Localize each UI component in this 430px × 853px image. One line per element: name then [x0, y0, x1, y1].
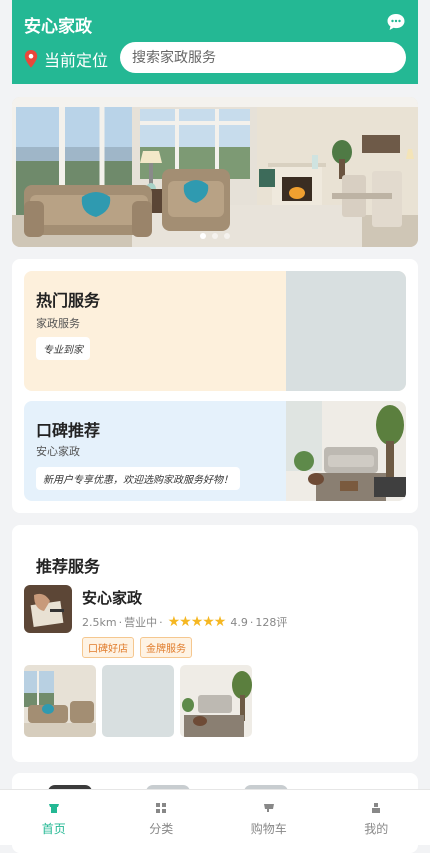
- shop-photos: [24, 665, 252, 737]
- carousel-dot[interactable]: [200, 233, 206, 239]
- shop-reviews: 128评: [255, 614, 287, 630]
- promo-image-placeholder: [286, 271, 406, 391]
- nav-profile[interactable]: 我的: [323, 790, 430, 845]
- nav-cart[interactable]: 购物车: [215, 790, 323, 845]
- promo-title: 口碑推荐: [36, 417, 100, 441]
- grid-icon: [155, 802, 167, 814]
- meta-separator: ·: [250, 616, 254, 629]
- promo-image: [286, 401, 406, 501]
- badge-gold-service: 金牌服务: [140, 637, 192, 658]
- app-title: 安心家政: [24, 12, 92, 37]
- carousel-dot[interactable]: [212, 233, 218, 239]
- shop-status: 营业中: [124, 614, 157, 630]
- shop-name[interactable]: 安心家政: [82, 587, 142, 608]
- nav-label: 我的: [364, 820, 388, 837]
- section-title: 推荐服务: [36, 553, 100, 577]
- meta-separator: ·: [119, 616, 123, 629]
- promo-tag: 专业到家: [36, 337, 90, 360]
- carousel-dot[interactable]: [224, 233, 230, 239]
- shop-rating: 4.9: [230, 616, 248, 629]
- nav-label: 分类: [149, 820, 173, 837]
- user-icon: [370, 802, 382, 814]
- shop-photo-placeholder[interactable]: [102, 665, 174, 737]
- banner-carousel[interactable]: [12, 97, 418, 247]
- promo-title: 热门服务: [36, 287, 100, 311]
- home-icon: [48, 802, 60, 814]
- shop-thumbnail[interactable]: [24, 585, 72, 633]
- shop-badges: 口碑好店 金牌服务: [82, 637, 192, 658]
- top-header: 安心家政 当前定位: [12, 0, 418, 84]
- promo-subtitle: 家政服务: [36, 315, 80, 331]
- nav-category[interactable]: 分类: [108, 790, 216, 845]
- shop-distance: 2.5km: [82, 616, 117, 629]
- recommend-section: 推荐服务 安心家政 2.5km · 营业中 · ★★★★★ 4.9 · 128评…: [12, 525, 418, 762]
- meta-separator: ·: [159, 616, 163, 629]
- carousel-dots: [200, 233, 230, 239]
- nav-home[interactable]: 首页: [0, 790, 108, 845]
- promo-section: 热门服务 家政服务 专业到家 口碑推荐 安心家政 新用户专享优惠，欢迎选购家政服…: [12, 259, 418, 513]
- star-rating-icon: ★★★★★: [168, 614, 226, 630]
- promo-tag: 新用户专享优惠，欢迎选购家政服务好物！: [36, 467, 240, 490]
- location-label: 当前定位: [44, 47, 108, 71]
- location-selector[interactable]: 当前定位: [24, 47, 108, 71]
- search-input[interactable]: [120, 42, 406, 73]
- badge-good-reputation: 口碑好店: [82, 637, 134, 658]
- hot-service-card[interactable]: 热门服务 家政服务 专业到家: [24, 271, 406, 391]
- shop-photo[interactable]: [180, 665, 252, 737]
- shop-meta: 2.5km · 营业中 · ★★★★★ 4.9 · 128评: [82, 614, 287, 630]
- nav-label: 购物车: [251, 820, 287, 837]
- shop-photo[interactable]: [24, 665, 96, 737]
- nav-label: 首页: [42, 820, 66, 837]
- location-pin-icon: [24, 50, 38, 68]
- banner-image: [12, 97, 418, 247]
- cart-icon: [263, 802, 275, 814]
- chat-bubble-icon[interactable]: [386, 12, 406, 32]
- promo-subtitle: 安心家政: [36, 443, 80, 459]
- reputation-card[interactable]: 口碑推荐 安心家政 新用户专享优惠，欢迎选购家政服务好物！: [24, 401, 406, 501]
- bottom-nav: 首页 分类 购物车 我的: [0, 789, 430, 845]
